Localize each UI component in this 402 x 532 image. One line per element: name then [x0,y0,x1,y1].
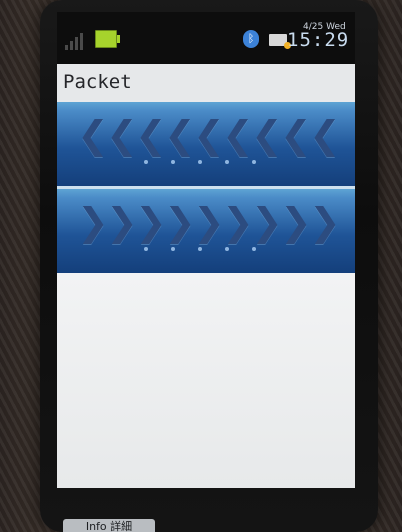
content-area [57,273,355,488]
activity-dot [198,160,202,164]
activity-dot [225,160,229,164]
download-arrow-icon: ❯ [77,200,109,244]
activity-dot [171,247,175,251]
download-arrow-icon: ❯ [193,200,225,244]
upload-arrow-icon: ❮ [77,113,109,157]
activity-dot [171,160,175,164]
activity-dot [144,160,148,164]
mail-icon [269,34,291,49]
upload-arrow-row: ❮ ❮ ❮ ❮ ❮ ❮ ❮ ❮ ❮ [77,113,341,157]
left-softkey[interactable]: Info 詳細 [63,519,155,532]
phone-screen: ᛒ 4/25 Wed 15:29 Packet ❮ ❮ ❮ ❮ ❮ ❮ ❮ ❮ ❮ ❯ ❯ ❯ ❯ ❯ ❯… [57,12,355,488]
battery-icon [95,30,120,48]
status-time: 15:29 [287,29,350,51]
upload-arrow-icon: ❮ [193,113,225,157]
upload-dot-row [144,160,256,164]
upload-arrow-icon: ❮ [251,113,283,157]
download-arrow-icon: ❯ [222,200,254,244]
activity-dot [252,247,256,251]
download-arrow-icon: ❯ [251,200,283,244]
download-arrow-row: ❯ ❯ ❯ ❯ ❯ ❯ ❯ ❯ ❯ [77,200,341,244]
download-band: ❯ ❯ ❯ ❯ ❯ ❯ ❯ ❯ ❯ [57,189,355,273]
activity-dot [144,247,148,251]
upload-arrow-icon: ❮ [280,113,312,157]
bluetooth-icon: ᛒ [243,30,259,48]
activity-dot [252,160,256,164]
upload-arrow-icon: ❮ [222,113,254,157]
download-arrow-icon: ❯ [280,200,312,244]
activity-dot [225,247,229,251]
download-arrow-icon: ❯ [135,200,167,244]
download-dot-row [144,247,256,251]
upload-arrow-icon: ❮ [309,113,341,157]
download-arrow-icon: ❯ [309,200,341,244]
status-bar: ᛒ 4/25 Wed 15:29 [57,12,355,64]
download-arrow-icon: ❯ [106,200,138,244]
upload-arrow-icon: ❮ [164,113,196,157]
upload-arrow-icon: ❮ [106,113,138,157]
title-bar: Packet [57,64,355,100]
activity-dot [198,247,202,251]
upload-arrow-icon: ❮ [135,113,167,157]
page-title: Packet [63,71,132,93]
upload-band: ❮ ❮ ❮ ❮ ❮ ❮ ❮ ❮ ❮ [57,102,355,186]
download-arrow-icon: ❯ [164,200,196,244]
signal-icon [65,28,91,50]
